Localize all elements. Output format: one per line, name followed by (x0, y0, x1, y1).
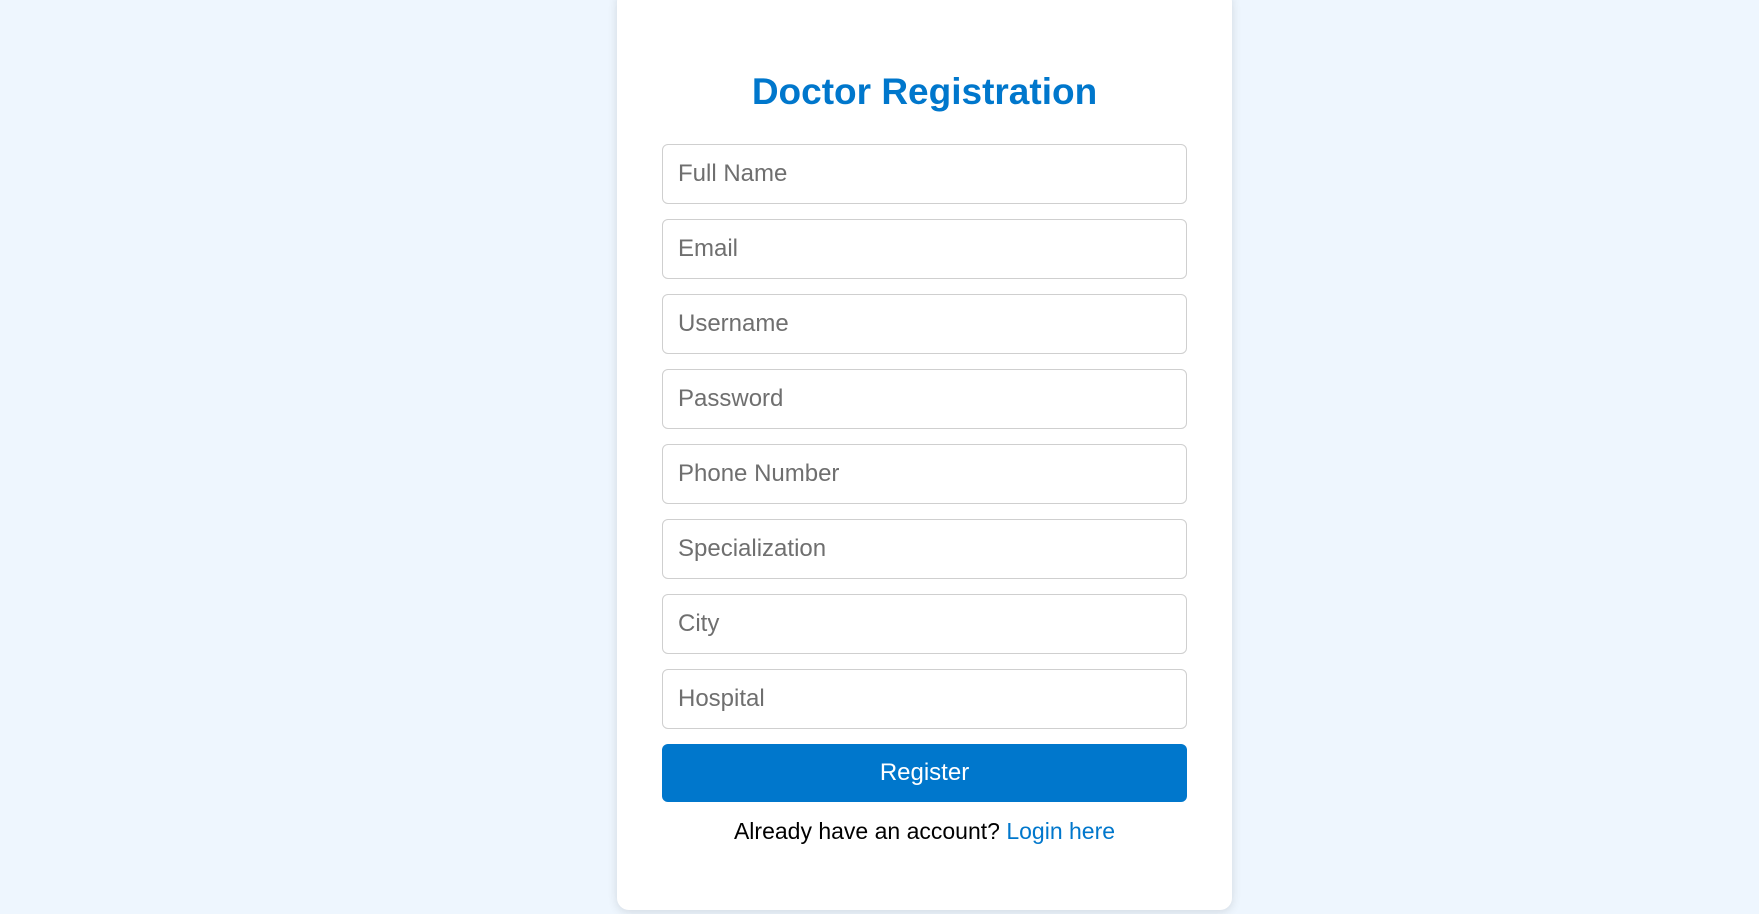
page-title: Doctor Registration (751, 71, 1098, 112)
city-input[interactable] (662, 594, 1187, 654)
registration-card: Doctor Registration Register Already hav… (617, 0, 1232, 910)
full-name-input[interactable] (662, 144, 1187, 204)
hospital-input[interactable] (662, 669, 1187, 729)
login-prompt-text: Already have an account? (733, 818, 1000, 844)
username-input[interactable] (662, 294, 1187, 354)
specialization-input[interactable] (662, 519, 1187, 579)
login-link[interactable]: Login here (1006, 818, 1115, 844)
registration-form: Register Already have an account? Login … (662, 144, 1187, 845)
login-prompt-line: Already have an account? Login here (662, 818, 1187, 845)
phone-number-input[interactable] (662, 444, 1187, 504)
password-input[interactable] (662, 369, 1187, 429)
email-input[interactable] (662, 219, 1187, 279)
register-button[interactable]: Register (662, 744, 1187, 802)
page-background: Doctor Registration Register Already hav… (0, 0, 1759, 914)
